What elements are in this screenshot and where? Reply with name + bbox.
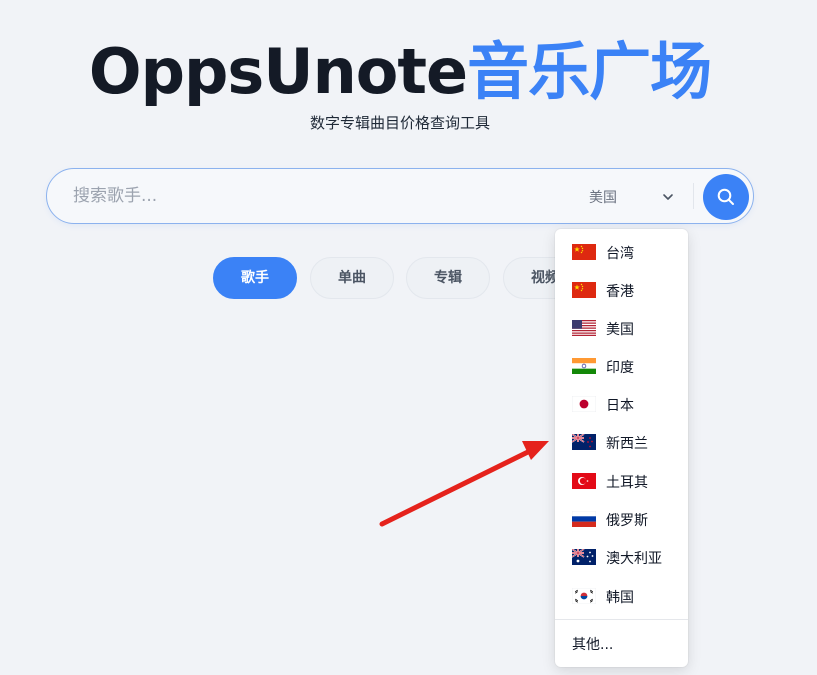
region-select-value: 美国 bbox=[589, 190, 617, 206]
flag-cn-icon bbox=[572, 282, 596, 298]
region-option-turkey[interactable]: 土耳其 bbox=[555, 463, 688, 497]
region-option-taiwan[interactable]: 台湾 bbox=[555, 234, 688, 268]
brand-title: OppsUnote音乐广场 bbox=[0, 30, 800, 114]
brand-name: OppsUnote bbox=[88, 35, 468, 108]
region-option-india[interactable]: 印度 bbox=[555, 348, 688, 382]
flag-nz-icon bbox=[572, 434, 596, 450]
subtitle: 数字专辑曲目价格查询工具 bbox=[309, 114, 490, 132]
region-option-label: 台湾 bbox=[606, 246, 634, 262]
region-select[interactable]: 美国 bbox=[587, 179, 687, 213]
flag-us-icon bbox=[572, 320, 596, 336]
search-input[interactable] bbox=[73, 183, 553, 209]
flag-in-icon bbox=[572, 358, 596, 374]
search-icon bbox=[717, 188, 734, 205]
region-dropdown: 台湾 香港 美国 印度 日本 新西兰 土耳其 俄罗斯 澳大利亚 韩国 其他... bbox=[555, 229, 688, 667]
region-option-label: 印度 bbox=[606, 360, 634, 376]
region-option-korea[interactable]: 韩国 bbox=[555, 578, 688, 612]
tab-album[interactable]: 专辑 bbox=[406, 257, 490, 299]
flag-tr-icon bbox=[572, 473, 596, 489]
region-option-hongkong[interactable]: 香港 bbox=[555, 272, 688, 306]
search-button[interactable] bbox=[703, 174, 749, 220]
region-option-other-label: 其他... bbox=[572, 637, 614, 653]
region-option-label: 香港 bbox=[606, 284, 634, 300]
search-divider bbox=[693, 183, 694, 209]
brand-accent: 音乐广场 bbox=[467, 35, 712, 108]
region-option-label: 美国 bbox=[606, 322, 634, 338]
tab-single[interactable]: 单曲 bbox=[310, 257, 394, 299]
flag-jp-icon bbox=[572, 396, 596, 412]
region-option-label: 土耳其 bbox=[606, 475, 648, 491]
flag-au-icon bbox=[572, 549, 596, 565]
region-option-label: 韩国 bbox=[606, 590, 634, 606]
flag-kr-icon bbox=[572, 588, 596, 604]
region-option-other[interactable]: 其他... bbox=[555, 627, 688, 659]
chevron-down-icon bbox=[661, 189, 675, 203]
region-option-label: 新西兰 bbox=[606, 436, 648, 452]
search-bar: 美国 bbox=[46, 168, 754, 224]
region-option-label: 俄罗斯 bbox=[606, 513, 648, 529]
region-option-japan[interactable]: 日本 bbox=[555, 386, 688, 420]
region-option-us[interactable]: 美国 bbox=[555, 310, 688, 344]
region-option-russia[interactable]: 俄罗斯 bbox=[555, 501, 688, 535]
region-option-australia[interactable]: 澳大利亚 bbox=[555, 539, 688, 573]
tab-artist[interactable]: 歌手 bbox=[213, 257, 297, 299]
region-option-label: 日本 bbox=[606, 398, 634, 414]
flag-ru-icon bbox=[572, 511, 596, 527]
flag-cn-icon bbox=[572, 244, 596, 260]
region-option-label: 澳大利亚 bbox=[606, 551, 662, 567]
search-type-tabs: 歌手 单曲 专辑 视频 bbox=[0, 257, 817, 301]
dropdown-divider bbox=[555, 619, 688, 620]
region-option-newzealand[interactable]: 新西兰 bbox=[555, 424, 688, 458]
